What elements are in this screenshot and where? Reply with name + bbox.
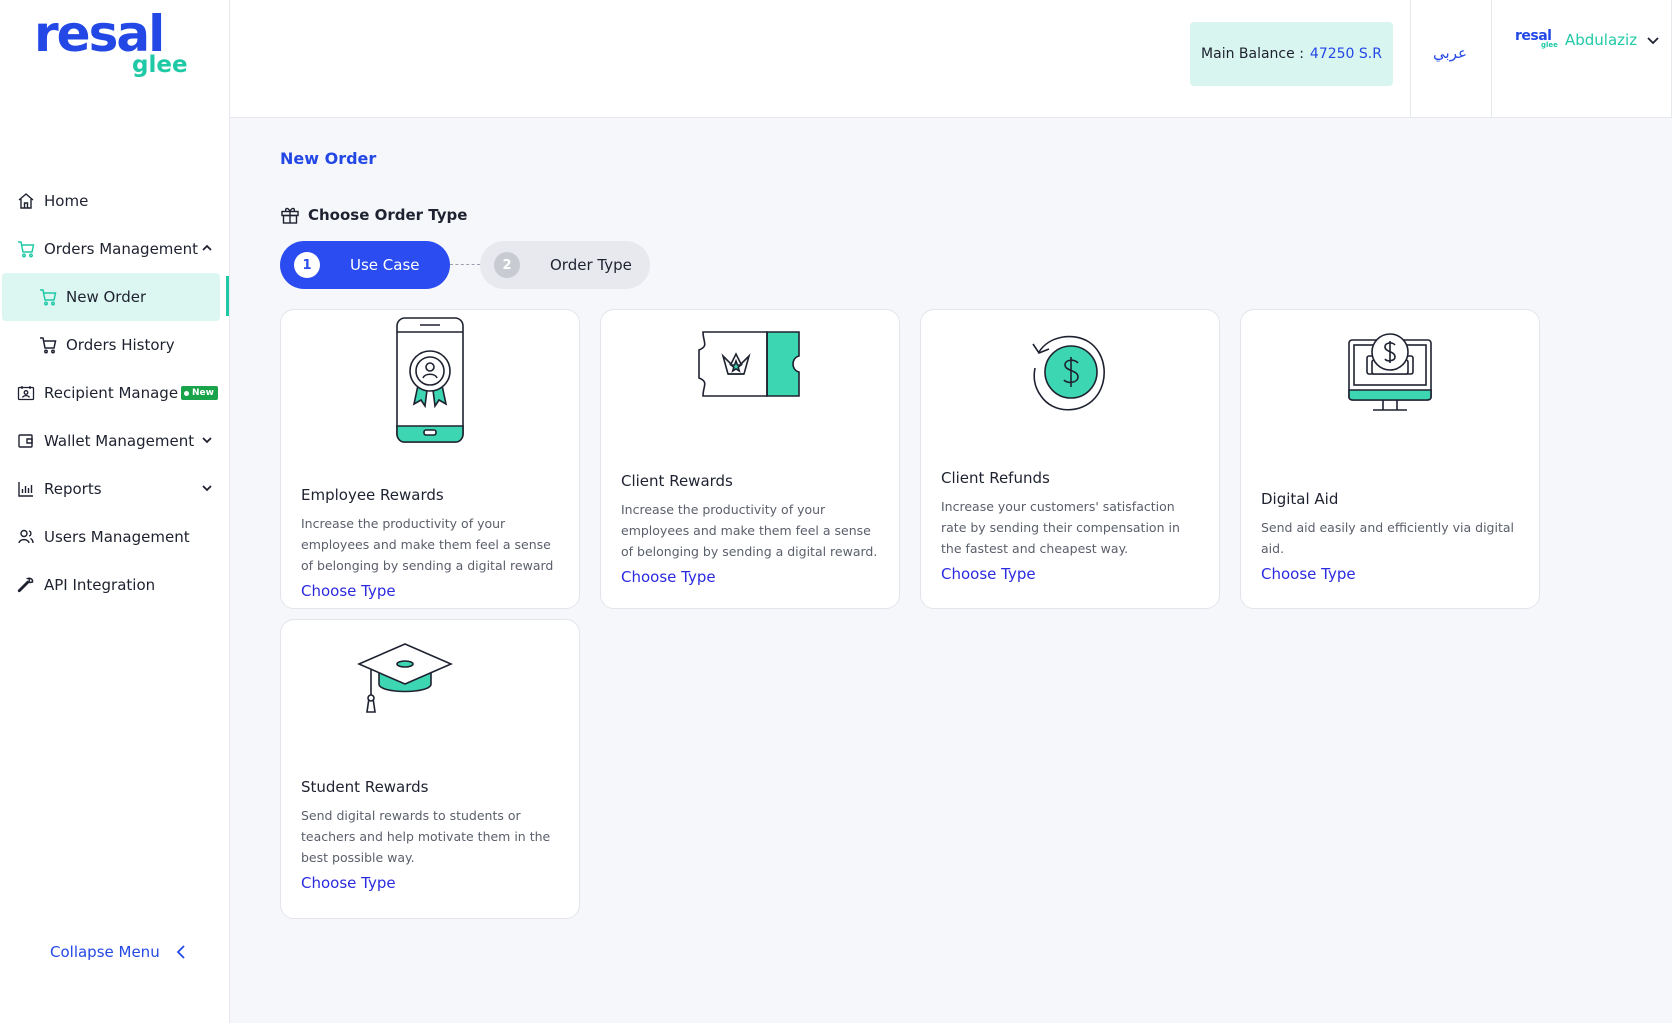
page-title: New Order [280,149,377,168]
section-title-text: Choose Order Type [308,206,468,224]
card-student-rewards[interactable]: Student Rewards Send digital rewards to … [280,619,580,919]
gift-icon [281,207,299,224]
phone-award-icon [281,316,579,446]
card-description: Increase your customers' satisfaction ra… [941,499,1180,556]
choose-type-link[interactable]: Choose Type [941,565,1036,583]
sidebar-item-label: Orders History [66,336,175,354]
chevron-up-icon[interactable] [200,241,214,255]
sidebar-item-label: Users Management [44,528,190,546]
contact-card-icon [16,383,36,403]
card-digital-aid[interactable]: Digital Aid Send aid easily and efficien… [1240,309,1540,609]
mini-logo-sub: glee [1541,41,1558,49]
user-menu[interactable]: resal glee Abdulaziz [1515,28,1661,52]
chevron-down-icon[interactable] [200,481,214,495]
top-header: Main Balance : 47250 S.R عربي resal glee… [230,0,1672,118]
cart-icon [38,335,58,355]
sidebar-item-label: Home [44,192,89,210]
collapse-menu-button[interactable]: Collapse Menu [50,943,188,961]
graduation-cap-icon [281,642,579,714]
sidebar-item-orders-history[interactable]: Orders History [0,321,230,369]
sidebar-item-label: API Integration [44,576,156,594]
ticket-crown-icon [601,328,899,400]
wallet-icon [16,431,36,451]
chevron-left-icon [176,945,185,959]
balance-label: Main Balance : [1201,46,1304,62]
main-balance: Main Balance : 47250 S.R [1190,22,1393,86]
balance-value: 47250 S.R [1309,46,1382,62]
sidebar-nav: Home Orders Management New Order Orders … [0,177,230,609]
header-divider [1491,0,1492,118]
home-icon [16,191,36,211]
sidebar-item-api-integration[interactable]: API Integration [0,561,230,609]
card-title: Client Rewards [621,472,733,490]
monitor-dollar-icon [1241,330,1539,416]
step-label: Use Case [350,256,420,274]
cart-icon [16,239,36,259]
resal-glee-logo[interactable]: resal glee [34,6,194,78]
bar-chart-icon [16,479,36,499]
sidebar-item-home[interactable]: Home [0,177,230,225]
choose-type-link[interactable]: Choose Type [1261,565,1356,583]
step-connector [450,264,480,265]
section-title: Choose Order Type [280,205,467,225]
sidebar-item-orders-management[interactable]: Orders Management [0,225,230,273]
sidebar-item-wallet-management[interactable]: Wallet Management [0,417,230,465]
sidebar-item-label: Reports [44,480,102,498]
card-client-rewards[interactable]: Client Rewards Increase the productivity… [600,309,900,609]
language-switch[interactable]: عربي [1410,44,1490,62]
logo-sub-text: glee [132,52,188,78]
choose-type-link[interactable]: Choose Type [301,582,396,600]
sidebar-item-new-order[interactable]: New Order [2,273,220,321]
sidebar-item-recipient-management[interactable]: Recipient Management New [0,369,230,417]
card-description: Increase the productivity of your employ… [301,516,554,573]
card-title: Student Rewards [301,778,429,796]
cart-icon [38,287,58,307]
badge-dot-icon [184,390,189,396]
sidebar-item-label: New Order [66,288,147,306]
card-description: Increase the productivity of your employ… [621,502,878,559]
step-number: 2 [494,252,520,278]
new-badge: New [181,386,218,400]
sidebar-item-users-management[interactable]: Users Management [0,513,230,561]
user-name: Abdulaziz [1565,31,1638,49]
sidebar-item-label: Orders Management [44,240,199,258]
chevron-down-icon [1647,37,1659,45]
refund-dollar-icon [921,330,1219,416]
card-description: Send digital rewards to students or teac… [301,808,551,865]
card-employee-rewards[interactable]: Employee Rewards Increase the productivi… [280,309,580,609]
step-order-type[interactable]: 2 Order Type [480,241,650,289]
choose-type-link[interactable]: Choose Type [301,874,396,892]
card-title: Client Refunds [941,469,1050,487]
sidebar-item-reports[interactable]: Reports [0,465,230,513]
active-indicator [226,276,229,316]
user-avatar-logo: resal glee [1515,28,1558,52]
sidebar: resal glee Home Orders Management New Or… [0,0,230,1023]
step-use-case[interactable]: 1 Use Case [280,241,450,289]
sidebar-item-label: Wallet Management [44,432,195,450]
badge-text: New [192,388,214,398]
users-icon [16,527,36,547]
card-title: Digital Aid [1261,490,1339,508]
collapse-menu-label: Collapse Menu [50,943,160,961]
sidebar-item-label: Recipient Management [44,384,178,402]
choose-type-link[interactable]: Choose Type [621,568,716,586]
card-client-refunds[interactable]: Client Refunds Increase your customers' … [920,309,1220,609]
step-label: Order Type [550,256,632,274]
step-number: 1 [294,252,320,278]
card-title: Employee Rewards [301,486,444,504]
chevron-down-icon[interactable] [200,433,214,447]
card-description: Send aid easily and efficiently via digi… [1261,520,1514,556]
wrench-icon [16,575,36,595]
